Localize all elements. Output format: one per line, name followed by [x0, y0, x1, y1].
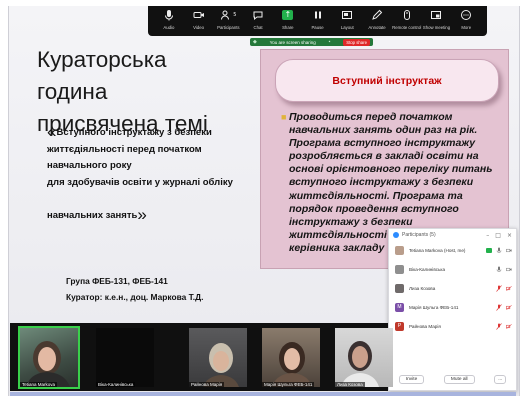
participant-video: [341, 341, 379, 387]
sharing-icon: ▪: [328, 39, 331, 45]
video-tile[interactable]: Tetiana Markova: [18, 326, 80, 389]
participants-panel-footer: Invite Mute all ...: [389, 375, 516, 384]
video-tile[interactable]: Віка-Калинівська: [96, 328, 154, 387]
invite-button[interactable]: Invite: [398, 375, 425, 384]
participant-row[interactable]: Tetiana Markova (Host, me): [389, 241, 516, 260]
show-meeting-button[interactable]: Show meeting: [422, 6, 452, 30]
layout-icon: [341, 6, 353, 23]
muted-microphone-icon: [496, 285, 502, 292]
more-options-button[interactable]: ...: [494, 375, 507, 384]
participant-row[interactable]: Віка-Калинівська: [389, 260, 516, 279]
video-tile-label: Tetiana Markova: [20, 382, 58, 387]
more-icon: [460, 6, 472, 23]
annotate-button[interactable]: Annotate: [362, 6, 392, 30]
video-tile[interactable]: Марія Шульга ФЕБ-141: [262, 328, 320, 387]
participants-count: 5: [233, 11, 237, 18]
participants-panel-title: Participants (5): [402, 232, 436, 238]
video-tile-label: Марія Шульга ФЕБ-141: [262, 382, 315, 387]
meeting-toolbar: Audio Video 5 Participants Chat ↑ Share …: [148, 6, 487, 36]
video-tile-label: Лиза Козова: [335, 382, 365, 387]
show-meeting-icon: [430, 6, 442, 23]
video-tile-label: Райнова Марія: [189, 382, 225, 387]
minimize-icon[interactable]: –: [486, 232, 489, 239]
share-screen-icon: ↑: [282, 6, 294, 23]
panel-heading: Вступний інструктаж: [332, 74, 442, 87]
zoom-logo-icon: [393, 232, 399, 238]
avatar: [395, 265, 404, 274]
participant-video: [203, 343, 239, 387]
video-button[interactable]: Video: [184, 6, 214, 30]
panel-heading-box: Вступний інструктаж: [275, 59, 499, 102]
participant-row[interactable]: Р Райнова Марія: [389, 317, 516, 336]
video-off-icon: [506, 324, 512, 329]
participants-icon: 5: [220, 6, 236, 23]
mute-all-button[interactable]: Mute all: [443, 375, 475, 384]
video-camera-icon: [193, 6, 205, 23]
video-camera-icon: [506, 248, 512, 253]
participants-button[interactable]: 5 Participants: [213, 6, 243, 30]
participant-row[interactable]: Лиза Козова: [389, 279, 516, 298]
remote-control-button[interactable]: Remote control: [392, 6, 422, 30]
slide-group-info: Група ФЕБ-131, ФЕБ-141 Куратор: к.е.н., …: [66, 274, 246, 305]
slide-subtitle: «Вступного інструктажу з безпеки життєді…: [47, 122, 233, 224]
screen-sharing-bar: ◆ You are screen sharing ▪ Stop share: [250, 38, 373, 46]
muted-microphone-icon: [496, 304, 502, 311]
sharing-icon: [486, 248, 492, 253]
sharing-status-text: You are screen sharing: [269, 39, 316, 45]
microphone-icon: [496, 247, 502, 253]
bullet-icon: ■: [281, 112, 287, 122]
more-button[interactable]: More: [451, 6, 481, 30]
avatar: [395, 284, 404, 293]
chat-button[interactable]: Chat: [243, 6, 273, 30]
video-tile[interactable]: Лиза Козова: [335, 328, 393, 387]
participants-panel-header: Participants (5) – □ ×: [389, 229, 516, 241]
share-button[interactable]: ↑ Share: [273, 6, 303, 30]
microphone-icon: [496, 266, 502, 272]
group-line: Група ФЕБ-131, ФЕБ-141: [66, 276, 168, 286]
layout-button[interactable]: Layout: [332, 6, 362, 30]
avatar: М: [395, 303, 404, 312]
curator-line: Куратор: к.е.н., доц. Маркова Т.Д.: [66, 291, 204, 302]
shared-screen: Audio Video 5 Participants Chat ↑ Share …: [8, 6, 520, 396]
video-tile-label: Віка-Калинівська: [96, 382, 136, 387]
bottom-accent-bar: [10, 392, 516, 396]
stop-share-button[interactable]: Stop share: [343, 38, 370, 46]
video-strip: Tetiana Markova Віка-Калинівська Райнова…: [10, 323, 393, 391]
maximize-icon[interactable]: □: [495, 232, 501, 239]
participant-video: [26, 341, 70, 387]
participants-panel: Participants (5) – □ × Tetiana Markova (…: [388, 228, 517, 391]
avatar: Р: [395, 322, 404, 331]
avatar: [395, 246, 404, 255]
video-off-icon: [506, 305, 512, 310]
muted-microphone-icon: [496, 323, 502, 330]
chat-icon: [252, 6, 264, 23]
video-tile[interactable]: Райнова Марія: [189, 328, 247, 387]
shield-icon: ◆: [253, 39, 257, 45]
microphone-icon: [163, 6, 175, 23]
participant-video: [272, 342, 312, 387]
audio-button[interactable]: Audio: [154, 6, 184, 30]
close-icon[interactable]: ×: [507, 232, 512, 239]
annotate-pen-icon: [371, 6, 383, 23]
video-camera-icon: [506, 267, 512, 272]
pause-button[interactable]: Pause: [303, 6, 333, 30]
pause-icon: [312, 6, 324, 23]
video-off-icon: [506, 286, 512, 291]
remote-control-icon: [401, 6, 413, 23]
participant-row[interactable]: М Марія Шульга ФЕБ-141: [389, 298, 516, 317]
